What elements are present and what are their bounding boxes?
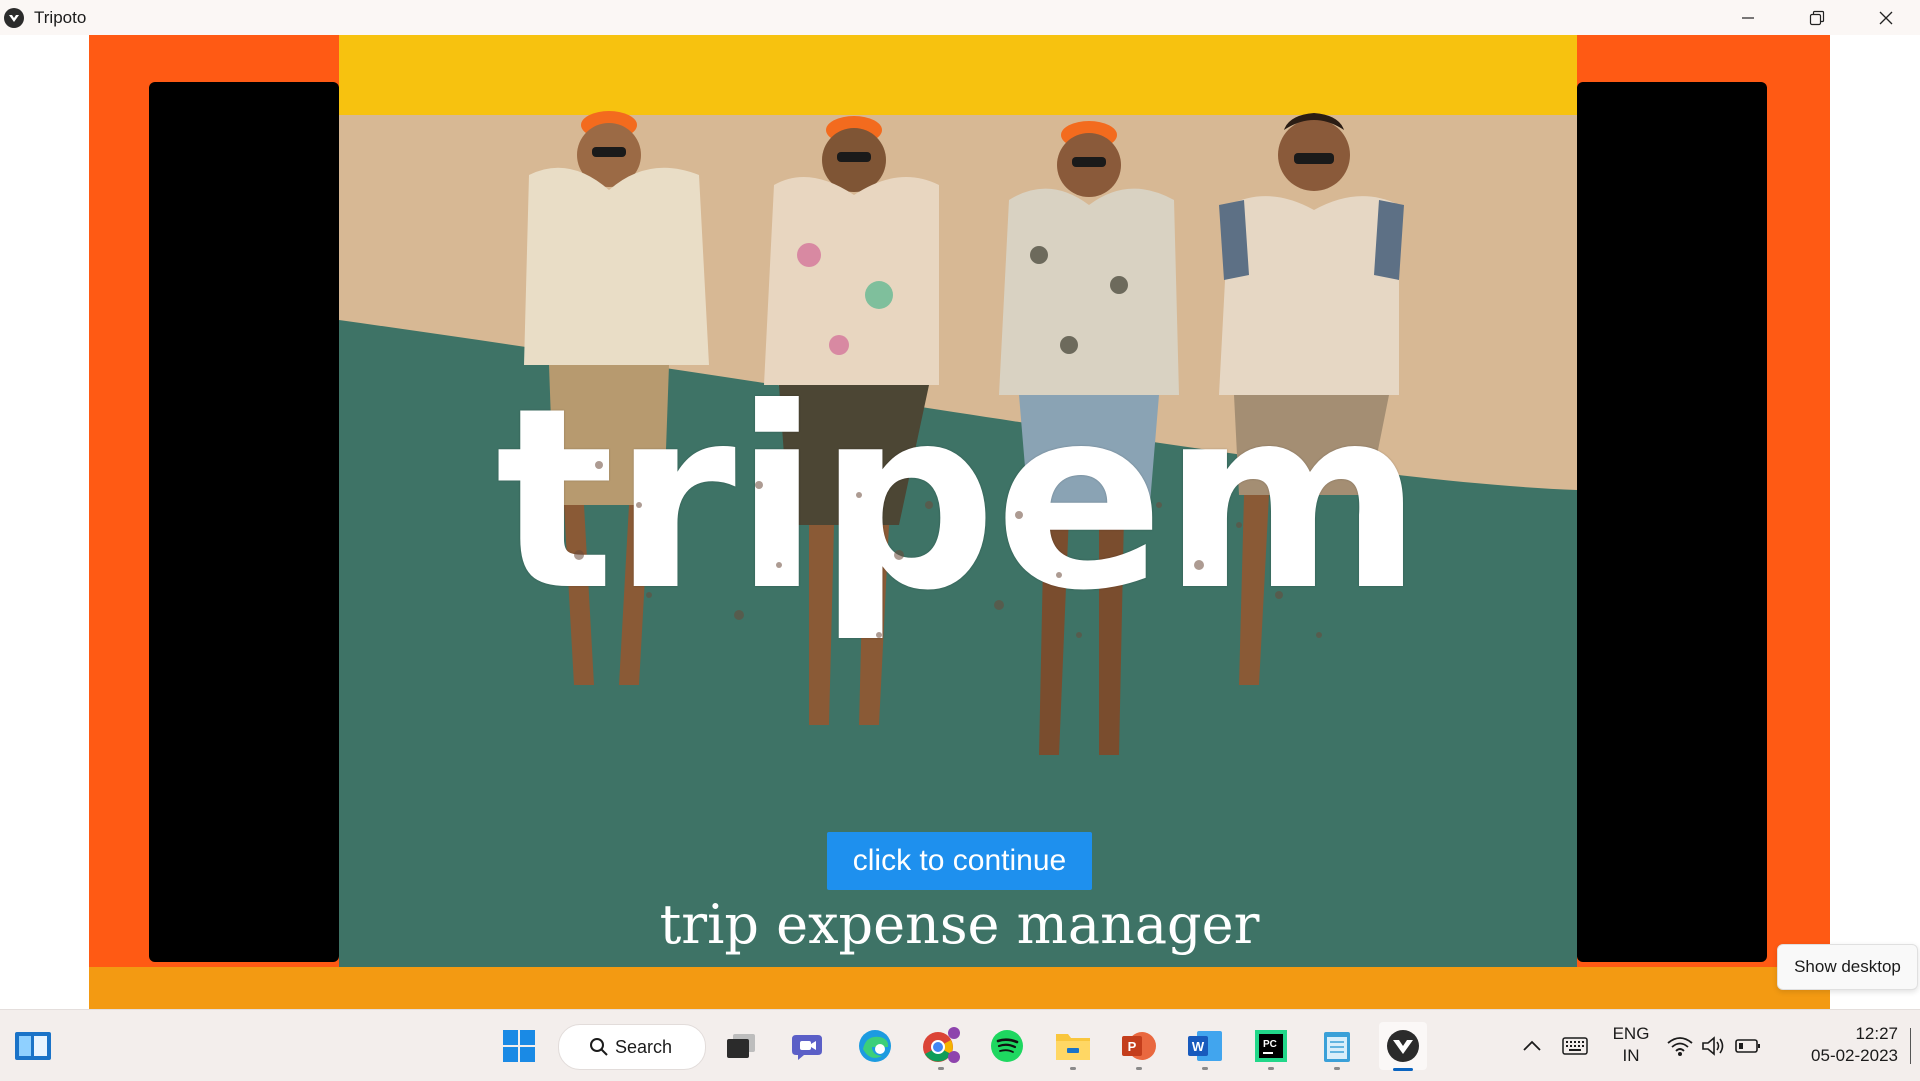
powerpoint-button[interactable]: P xyxy=(1115,1022,1163,1070)
search-icon xyxy=(590,1038,608,1056)
start-button[interactable] xyxy=(495,1022,543,1070)
powerpoint-icon: P xyxy=(1122,1032,1156,1060)
clock-time: 12:27 xyxy=(1855,1024,1898,1043)
task-view-icon xyxy=(727,1034,755,1058)
minimize-icon xyxy=(1741,16,1754,19)
running-indicator xyxy=(1136,1067,1142,1070)
running-indicator xyxy=(1070,1067,1076,1070)
restore-button[interactable] xyxy=(1782,0,1851,35)
svg-text:PC: PC xyxy=(1263,1039,1277,1050)
spotify-icon xyxy=(991,1030,1023,1062)
running-indicator xyxy=(1268,1067,1274,1070)
widgets-icon xyxy=(15,1032,51,1060)
bottom-brush-strip xyxy=(89,967,1830,1009)
wifi-icon xyxy=(1667,1037,1693,1056)
language-region: IN xyxy=(1622,1046,1640,1065)
taskbar-search[interactable]: Search xyxy=(558,1024,706,1070)
show-desktop-tooltip: Show desktop xyxy=(1777,944,1918,990)
file-explorer-button[interactable] xyxy=(1049,1022,1097,1070)
close-icon xyxy=(1879,11,1892,24)
running-indicator xyxy=(1202,1067,1208,1070)
language-indicator[interactable]: ENG IN xyxy=(1605,1023,1657,1067)
app-tagline: trip expense manager xyxy=(659,893,1260,956)
file-explorer-icon xyxy=(1056,1034,1090,1060)
right-black-panel xyxy=(1577,82,1767,962)
start-icon xyxy=(503,1030,535,1062)
show-hidden-icons-button[interactable] xyxy=(1508,1022,1556,1070)
svg-text:P: P xyxy=(1128,1039,1137,1054)
clock[interactable]: 12:27 05-02-2023 xyxy=(1788,1023,1898,1067)
chevron-up-icon xyxy=(1523,1040,1541,1051)
pycharm-button[interactable]: PC xyxy=(1247,1022,1295,1070)
running-indicator xyxy=(1334,1067,1340,1070)
chrome-button[interactable] xyxy=(917,1022,965,1070)
minimize-button[interactable] xyxy=(1713,0,1782,35)
meet-icon xyxy=(792,1035,822,1060)
language-code: ENG xyxy=(1612,1024,1650,1043)
word-icon: W xyxy=(1188,1031,1222,1061)
app-window-content: tripem click to continue trip expense ma… xyxy=(0,35,1920,1009)
close-button[interactable] xyxy=(1851,0,1920,35)
running-indicator xyxy=(938,1067,944,1070)
search-label: Search xyxy=(615,1036,673,1057)
spotify-button[interactable] xyxy=(983,1022,1031,1070)
edge-button[interactable] xyxy=(851,1022,899,1070)
svg-text:W: W xyxy=(1192,1039,1205,1054)
taskbar: Search P W PC ENG IN 12:27 05-02-2023 xyxy=(0,1009,1920,1081)
edge-icon xyxy=(859,1030,891,1062)
volume-icon xyxy=(1702,1036,1724,1056)
restore-icon xyxy=(1809,10,1824,25)
title-bar: Tripoto xyxy=(0,0,1920,35)
kivy-app-button[interactable] xyxy=(1379,1022,1427,1071)
clock-date: 05-02-2023 xyxy=(1811,1046,1898,1065)
chrome-icon xyxy=(923,1027,960,1063)
touch-keyboard-button[interactable] xyxy=(1551,1022,1599,1070)
widgets-button[interactable] xyxy=(9,1022,57,1070)
active-indicator xyxy=(1393,1068,1413,1071)
notepad-button[interactable] xyxy=(1313,1022,1361,1070)
window-controls xyxy=(1713,0,1920,35)
show-desktop-button[interactable] xyxy=(1910,1028,1911,1064)
window-title: Tripoto xyxy=(34,7,87,27)
pycharm-icon: PC xyxy=(1255,1030,1287,1062)
left-black-panel xyxy=(149,82,339,962)
kivy-app-icon xyxy=(1387,1030,1419,1062)
app-icon xyxy=(4,7,24,28)
keyboard-icon xyxy=(1562,1037,1588,1055)
network-volume-battery-button[interactable] xyxy=(1664,1022,1764,1070)
notepad-icon xyxy=(1324,1032,1350,1062)
word-button[interactable]: W xyxy=(1181,1022,1229,1070)
meet-button[interactable] xyxy=(785,1022,833,1070)
battery-icon xyxy=(1735,1039,1760,1053)
continue-button[interactable]: click to continue xyxy=(827,832,1092,890)
task-view-button[interactable] xyxy=(717,1022,765,1070)
